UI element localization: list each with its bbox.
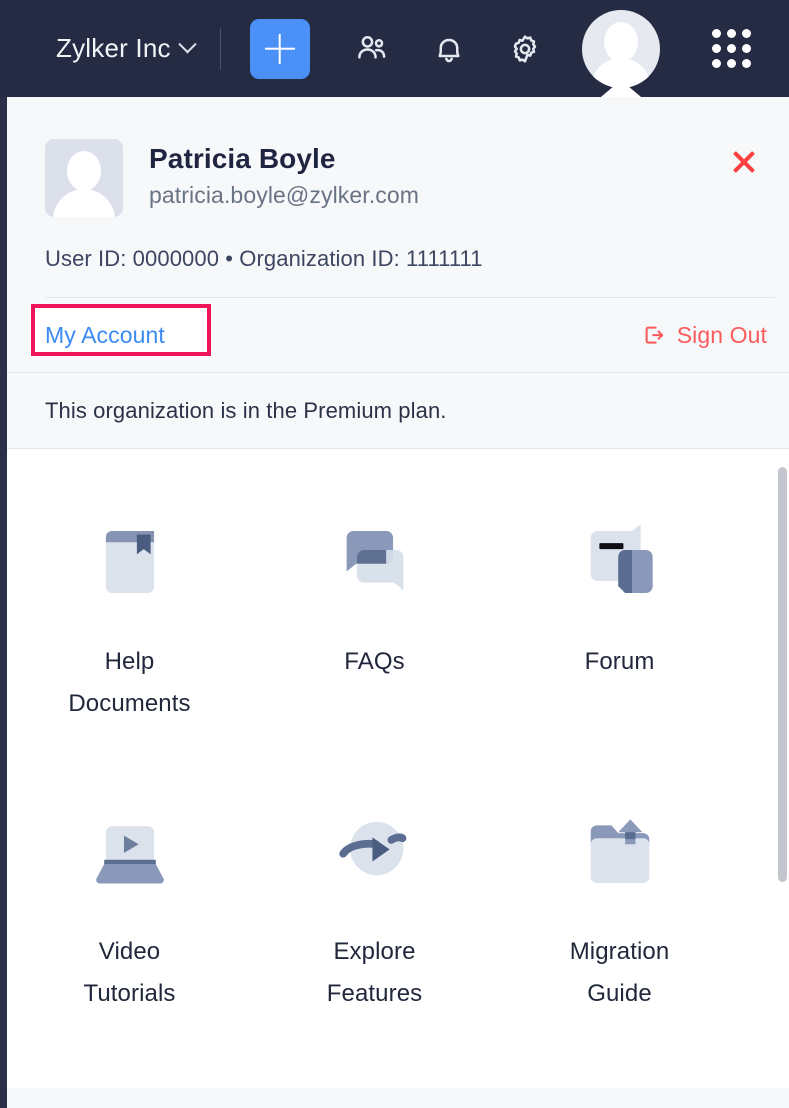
profile-name: Patricia Boyle xyxy=(149,143,336,174)
avatar-body xyxy=(53,189,115,217)
quick-link-forum[interactable]: Forum xyxy=(497,503,742,793)
quick-link-help-documents[interactable]: Help Documents xyxy=(7,503,252,793)
book-icon xyxy=(75,507,185,617)
quick-links-section: Help Documents FAQs Forum Video Tutorial… xyxy=(7,448,789,1088)
quick-links-grid: Help Documents FAQs Forum Video Tutorial… xyxy=(7,503,742,1083)
quick-link-label: Forum xyxy=(584,648,655,675)
chevron-down-icon xyxy=(177,35,197,54)
gear-icon[interactable] xyxy=(506,30,544,68)
org-switcher[interactable]: Zylker Inc xyxy=(56,33,197,64)
top-navigation-bar: Zylker Inc xyxy=(0,0,789,102)
quick-link-faqs[interactable]: FAQs xyxy=(252,503,497,793)
quick-link-label: Help Documents xyxy=(68,648,191,717)
sign-out-icon xyxy=(645,326,663,344)
quick-link-migration-guide[interactable]: Migration Guide xyxy=(497,793,742,1083)
add-button[interactable] xyxy=(249,18,310,79)
quick-link-label: Video Tutorials xyxy=(83,938,176,1007)
folder-upload-icon xyxy=(565,797,675,907)
avatar xyxy=(581,9,660,88)
profile-header: Patricia Boyle patricia.boyle@zylker.com xyxy=(7,139,789,217)
app-screen: Zylker Inc Patricia Boyle patricia.boyle… xyxy=(0,0,789,1108)
profile-dropdown-panel: Patricia Boyle patricia.boyle@zylker.com… xyxy=(7,97,789,1108)
users-icon[interactable] xyxy=(354,30,392,68)
orbit-arrow-icon xyxy=(320,797,430,907)
apps-grid-icon[interactable] xyxy=(711,29,751,68)
bell-icon[interactable] xyxy=(430,30,468,68)
nav-divider xyxy=(219,27,221,70)
quick-link-label: Migration Guide xyxy=(569,938,670,1007)
sign-out-label: Sign Out xyxy=(676,321,767,348)
plan-message: This organization is in the Premium plan… xyxy=(7,373,789,448)
quick-link-explore-features[interactable]: Explore Features xyxy=(252,793,497,1083)
profile-email: patricia.boyle@zylker.com xyxy=(149,182,419,208)
avatar-head xyxy=(603,21,638,62)
quick-link-label: FAQs xyxy=(344,648,405,675)
chat-bubbles-icon xyxy=(320,507,430,617)
avatar-head xyxy=(67,151,101,191)
close-icon[interactable] xyxy=(729,147,759,177)
account-actions-row: My Account Sign Out xyxy=(7,298,789,372)
quick-link-label: Explore Features xyxy=(326,938,423,1007)
my-account-link[interactable]: My Account xyxy=(45,322,165,349)
profile-section: Patricia Boyle patricia.boyle@zylker.com… xyxy=(7,97,789,448)
profile-ids: User ID: 0000000 • Organization ID: 1111… xyxy=(45,246,483,271)
quick-link-video-tutorials[interactable]: Video Tutorials xyxy=(7,793,252,1083)
org-name-label: Zylker Inc xyxy=(56,33,171,63)
sign-out-button[interactable]: Sign Out xyxy=(641,322,767,349)
profile-text: Patricia Boyle patricia.boyle@zylker.com xyxy=(149,139,419,209)
panel-scrollbar[interactable] xyxy=(778,467,787,882)
video-laptop-icon xyxy=(75,797,185,907)
nav-icon-group xyxy=(354,30,544,68)
profile-avatar-button[interactable] xyxy=(581,9,660,102)
forum-icon xyxy=(565,507,675,617)
avatar xyxy=(45,139,123,217)
